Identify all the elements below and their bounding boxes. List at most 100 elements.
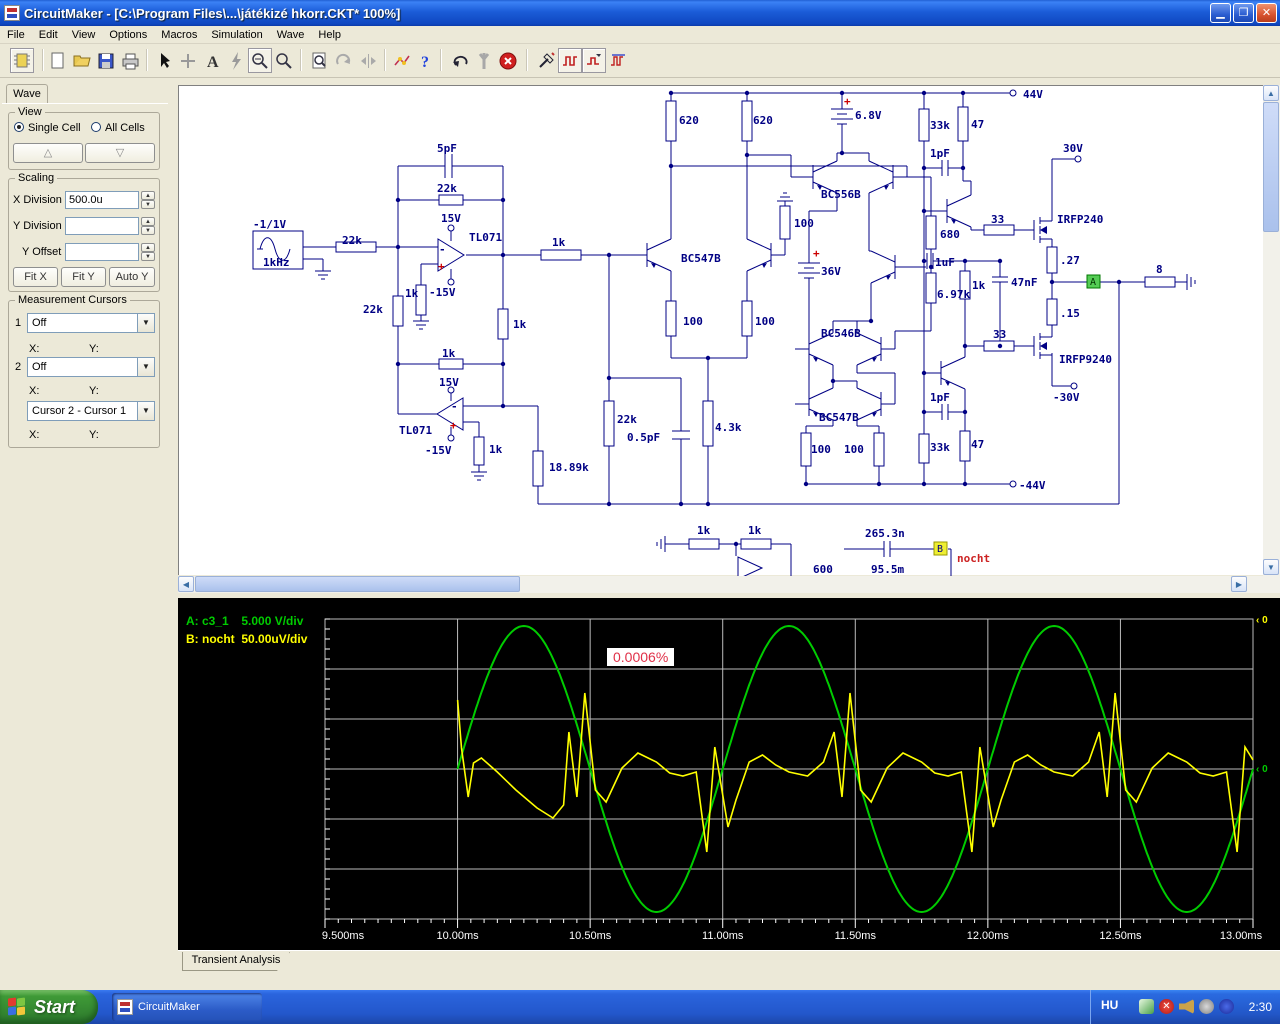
- cursor2-dropdown-icon[interactable]: ▼: [137, 358, 154, 376]
- app-icon: [4, 5, 20, 21]
- cursors-groupbox: Measurement Cursors 1 Off ▼ X: Y: 2 Off ▼ …: [8, 294, 160, 448]
- minimize-button[interactable]: ▁: [1210, 3, 1231, 23]
- menu-help[interactable]: Help: [311, 27, 348, 43]
- text-tool-icon: A: [207, 54, 219, 71]
- waveform-legend: A: c3_1 5.000 V/div B: nocht 50.00uV/div: [186, 614, 307, 650]
- y-offset-input[interactable]: [65, 243, 139, 261]
- fit-view-button[interactable]: [308, 48, 332, 73]
- vertical-scroll-thumb[interactable]: [1263, 102, 1279, 232]
- y-offset-spinner[interactable]: ▲ ▼: [141, 243, 155, 261]
- cursor1-select[interactable]: Off ▼: [27, 313, 155, 333]
- wire-check-button[interactable]: [390, 48, 414, 73]
- radio-single-cell-icon[interactable]: [14, 122, 24, 132]
- text-tool-button[interactable]: A: [200, 48, 224, 73]
- x-axis-tick-label: 13.00ms: [1219, 930, 1263, 942]
- print-button[interactable]: [118, 48, 142, 73]
- restore-button[interactable]: ❐: [1233, 3, 1254, 23]
- undo-button[interactable]: [448, 48, 472, 73]
- component-label: 620: [679, 114, 699, 127]
- component-label: IRFP240: [1057, 213, 1103, 226]
- zero-marker-b: ‹ 0: [1256, 615, 1268, 626]
- plus-tool-button[interactable]: [176, 48, 200, 73]
- tab-wave[interactable]: Wave: [6, 84, 48, 104]
- menu-options[interactable]: Options: [102, 27, 154, 43]
- schematic-canvas[interactable]: A B -1/1V 1kHz 22k 5pF 22k 15V TL071 -15V 1k 22k 1k 1…: [178, 85, 1263, 580]
- scroll-left-icon[interactable]: ◀: [178, 576, 194, 592]
- bluetooth-tray-icon[interactable]: [1219, 999, 1234, 1014]
- menu-edit[interactable]: Edit: [32, 27, 65, 43]
- menu-file[interactable]: File: [0, 27, 32, 43]
- view-groupbox: View Single Cell All Cells △ ▽: [8, 106, 160, 170]
- close-button[interactable]: ✕: [1256, 3, 1277, 23]
- fit-x-button[interactable]: Fit X: [13, 267, 58, 287]
- plus-tool-icon: [181, 53, 195, 68]
- settings-wrench-button[interactable]: [472, 48, 496, 73]
- legend-a-name: A: c3_1: [186, 614, 229, 628]
- scroll-right-icon[interactable]: ▶: [1231, 576, 1247, 592]
- x-axis-tick-label: 12.00ms: [966, 930, 1009, 942]
- component-label: 47: [971, 118, 984, 131]
- horizontal-scroll-thumb[interactable]: [195, 576, 520, 592]
- save-button[interactable]: [94, 48, 118, 73]
- arrow-tool-button[interactable]: [152, 48, 176, 73]
- menu-simulation[interactable]: Simulation: [204, 27, 269, 43]
- component-label: 1k: [442, 347, 456, 360]
- browse-components-button[interactable]: [10, 48, 34, 73]
- y-division-input[interactable]: [65, 217, 139, 235]
- x-division-input[interactable]: 500.0u: [65, 191, 139, 209]
- delete-tool-icon: [232, 51, 241, 70]
- legend-a-scale: 5.000 V/div: [241, 614, 304, 628]
- component-label: 1k: [489, 443, 503, 456]
- scaling-groupbox: Scaling X Division 500.0u ▲ ▼ Y Division …: [8, 172, 160, 292]
- zoom-out-tool-icon: [252, 52, 268, 69]
- help-button[interactable]: ?: [414, 48, 438, 73]
- taskbar-item-circuitmaker[interactable]: CircuitMaker: [112, 993, 262, 1021]
- probe-tool-icon: [539, 51, 555, 68]
- cursor2-select[interactable]: Off ▼: [27, 357, 155, 377]
- component-label: -15V: [425, 444, 452, 457]
- delete-tool-button[interactable]: [224, 48, 248, 73]
- language-indicator[interactable]: HU: [1101, 998, 1118, 1012]
- flip-button[interactable]: [356, 48, 380, 73]
- new-button[interactable]: [46, 48, 70, 73]
- component-label: 44V: [1023, 88, 1043, 101]
- menu-wave[interactable]: Wave: [270, 27, 312, 43]
- x-axis-tick-label: 11.00ms: [702, 930, 744, 942]
- zoom-out-tool-button[interactable]: [248, 48, 272, 73]
- open-button[interactable]: [70, 48, 94, 73]
- cursor-diff-select[interactable]: Cursor 2 - Cursor 1 ▼: [27, 401, 155, 421]
- cell-down-button[interactable]: ▽: [85, 143, 155, 163]
- cursor-diff-dropdown-icon[interactable]: ▼: [137, 402, 154, 420]
- tab-transient-analysis[interactable]: Transient Analysis: [182, 952, 290, 971]
- cursor1-dropdown-icon[interactable]: ▼: [137, 314, 154, 332]
- radio-single-cell[interactable]: Single Cell: [14, 122, 81, 134]
- speaker-tray-icon[interactable]: [1199, 999, 1214, 1014]
- scroll-up-icon[interactable]: ▲: [1263, 85, 1279, 101]
- horizontal-scrollbar[interactable]: ◀ ▶: [178, 576, 1263, 593]
- waveform-panel[interactable]: A: c3_1 5.000 V/div B: nocht 50.00uV/div…: [178, 598, 1280, 950]
- radio-all-cells-icon[interactable]: [91, 122, 101, 132]
- y-division-label: Y Division: [13, 220, 62, 232]
- auto-y-button[interactable]: Auto Y: [109, 267, 155, 287]
- zoom-in-tool-button[interactable]: [272, 48, 296, 73]
- analog-waveform-button[interactable]: [558, 48, 582, 73]
- menu-macros[interactable]: Macros: [154, 27, 204, 43]
- volume-tray-icon[interactable]: [1179, 999, 1194, 1014]
- component-label: nocht: [957, 552, 990, 565]
- menu-view[interactable]: View: [65, 27, 103, 43]
- x-division-spinner[interactable]: ▲ ▼: [141, 191, 155, 209]
- scroll-down-icon[interactable]: ▼: [1263, 559, 1279, 575]
- digital-waveform-button[interactable]: [606, 48, 630, 73]
- cell-up-button[interactable]: △: [13, 143, 83, 163]
- vertical-scrollbar[interactable]: ▲ ▼: [1263, 85, 1280, 593]
- probe-tool-button[interactable]: [534, 48, 558, 73]
- y-division-spinner[interactable]: ▲ ▼: [141, 217, 155, 235]
- radio-all-cells[interactable]: All Cells: [91, 122, 145, 134]
- security-alert-tray-icon[interactable]: ✕: [1159, 999, 1174, 1014]
- start-button[interactable]: Start: [0, 990, 98, 1024]
- scope-setup-button[interactable]: [582, 48, 606, 73]
- tablet-pen-tray-icon[interactable]: [1139, 999, 1154, 1014]
- rotate-button[interactable]: [332, 48, 356, 73]
- fit-y-button[interactable]: Fit Y: [61, 267, 106, 287]
- stop-simulation-button[interactable]: [496, 48, 520, 73]
